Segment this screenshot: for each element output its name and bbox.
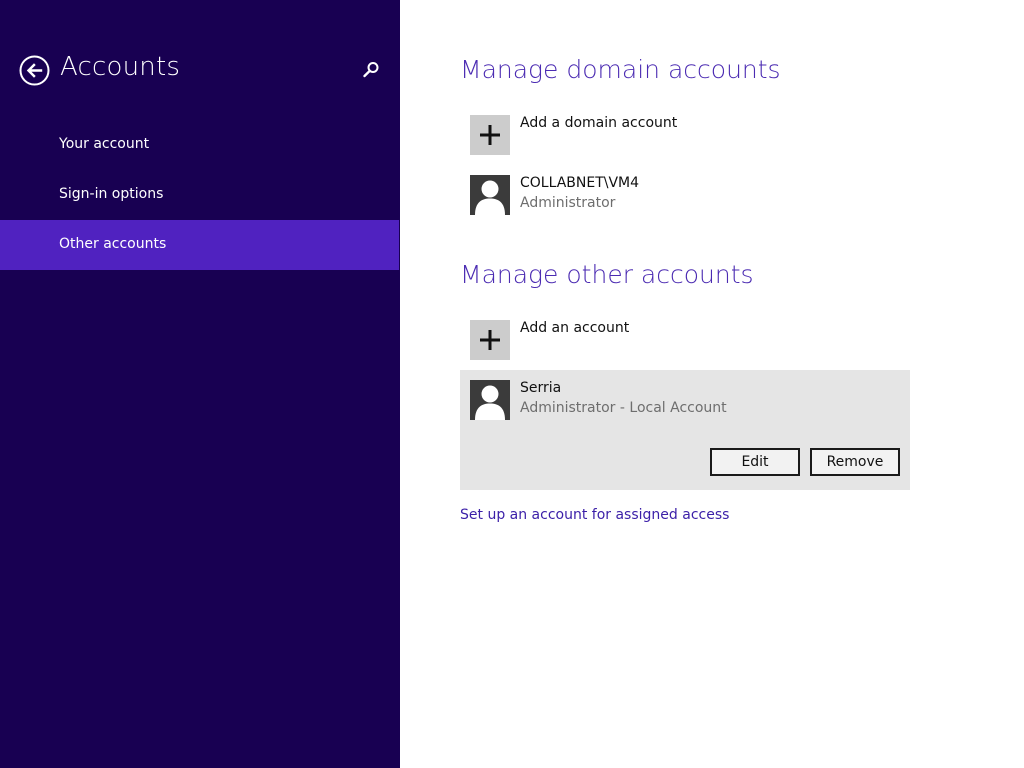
plus-icon bbox=[480, 125, 500, 145]
domain-accounts-heading: Manage domain accounts bbox=[460, 55, 781, 84]
other-accounts-heading: Manage other accounts bbox=[460, 260, 754, 289]
user-avatar-icon bbox=[470, 380, 510, 420]
plus-icon bbox=[480, 330, 500, 350]
user-avatar-icon bbox=[470, 175, 510, 215]
assigned-access-link[interactable]: Set up an account for assigned access bbox=[460, 507, 729, 523]
remove-button[interactable]: Remove bbox=[810, 448, 900, 476]
back-button[interactable] bbox=[19, 55, 50, 86]
add-domain-account-label: Add a domain account bbox=[520, 115, 678, 131]
account-name: COLLABNET\VM4 bbox=[520, 175, 640, 191]
add-domain-account-button[interactable]: Add a domain account bbox=[470, 115, 890, 157]
sidebar-item-sign-in-options[interactable]: Sign-in options bbox=[0, 170, 399, 220]
account-role: Administrator bbox=[520, 195, 616, 211]
local-account-item[interactable]: Serria Administrator - Local Account bbox=[470, 380, 910, 425]
sidebar-item-label: Sign-in options bbox=[59, 186, 164, 202]
domain-account-item[interactable]: COLLABNET\VM4 Administrator bbox=[470, 175, 910, 220]
add-account-button[interactable]: Add an account bbox=[470, 320, 890, 362]
account-name: Serria bbox=[520, 380, 562, 396]
main-content: Manage domain accounts Add a domain acco… bbox=[400, 0, 1024, 768]
sidebar-item-label: Other accounts bbox=[59, 236, 167, 252]
search-button[interactable] bbox=[361, 60, 381, 80]
sidebar-item-your-account[interactable]: Your account bbox=[0, 120, 399, 170]
back-arrow-circle-icon bbox=[19, 55, 50, 86]
settings-sidebar: Accounts Your account Sign-in options Ot… bbox=[0, 0, 400, 768]
search-icon bbox=[363, 62, 379, 78]
edit-button[interactable]: Edit bbox=[710, 448, 800, 476]
page-title: Accounts bbox=[60, 52, 181, 82]
sidebar-item-label: Your account bbox=[59, 136, 150, 152]
plus-tile bbox=[470, 115, 510, 155]
account-role: Administrator - Local Account bbox=[520, 400, 727, 416]
sidebar-item-other-accounts[interactable]: Other accounts bbox=[0, 220, 399, 270]
add-account-label: Add an account bbox=[520, 320, 630, 336]
selected-account-card[interactable]: Serria Administrator - Local Account Edi… bbox=[460, 370, 910, 490]
plus-tile bbox=[470, 320, 510, 360]
